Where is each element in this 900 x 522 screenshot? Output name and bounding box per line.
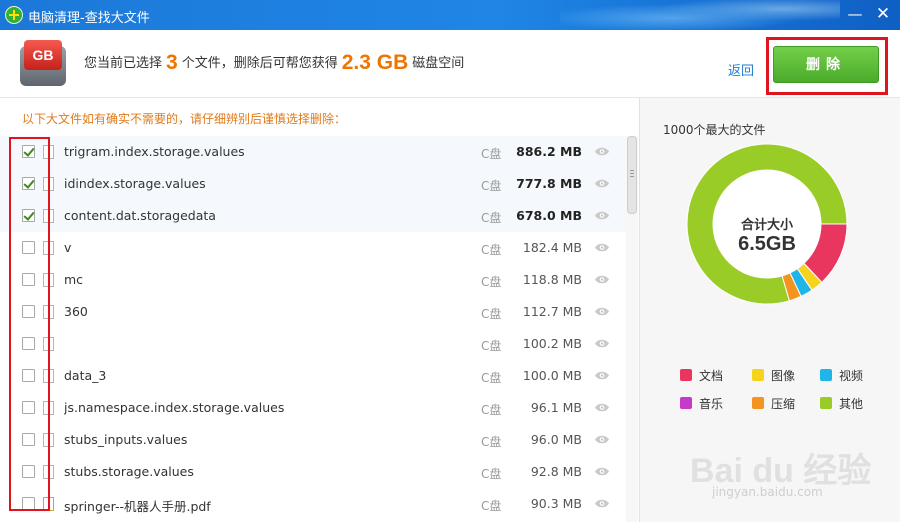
- eye-icon[interactable]: [594, 434, 610, 445]
- file-drive: C盘: [481, 499, 502, 513]
- eye-icon[interactable]: [594, 146, 610, 157]
- file-name: idindex.storage.values: [64, 176, 206, 191]
- file-row[interactable]: 360 C盘 112.7 MB: [0, 296, 626, 328]
- freed-size: 2.3 GB: [341, 51, 409, 74]
- file-name: stubs_inputs.values: [64, 432, 188, 447]
- file-row[interactable]: data_3 C盘 100.0 MB: [0, 360, 626, 392]
- back-link[interactable]: 返回: [728, 60, 754, 79]
- summary-suffix: 磁盘空间: [412, 56, 465, 71]
- eye-icon[interactable]: [594, 498, 610, 509]
- file-row[interactable]: mc C盘 118.8 MB: [0, 264, 626, 296]
- summary-prefix: 您当前已选择: [84, 56, 163, 71]
- eye-icon[interactable]: [594, 402, 610, 413]
- panel-title: 1000个最大的文件: [663, 123, 766, 137]
- legend-swatch: [680, 369, 692, 381]
- checkbox-highlight-frame: [9, 137, 50, 511]
- app-logo-icon: [5, 6, 23, 24]
- file-size: 90.3 MB: [530, 496, 582, 511]
- title-bar: 电脑清理-查找大文件 — ✕: [0, 0, 900, 30]
- eye-icon[interactable]: [594, 178, 610, 189]
- file-name: 360: [64, 304, 88, 319]
- file-row[interactable]: v C盘 182.4 MB: [0, 232, 626, 264]
- file-size: 96.0 MB: [530, 432, 582, 447]
- title-decoration: [560, 0, 840, 30]
- file-row[interactable]: C盘 100.2 MB: [0, 328, 626, 360]
- file-drive: C盘: [481, 243, 502, 257]
- file-name: data_3: [64, 368, 107, 383]
- file-size: 112.7 MB: [522, 304, 582, 319]
- eye-icon[interactable]: [594, 370, 610, 381]
- watermark-url: jingyan.baidu.com: [712, 485, 823, 499]
- file-name: springer--机器人手册.pdf: [64, 499, 211, 514]
- file-row[interactable]: trigram.index.storage.values C盘 886.2 MB: [0, 136, 626, 168]
- selection-summary: 您当前已选择 3 个文件，删除后可帮您获得 2.3 GB 磁盘空间: [84, 51, 464, 75]
- eye-icon[interactable]: [594, 466, 610, 477]
- file-size: 886.2 MB: [516, 144, 582, 159]
- legend-label: 视频: [839, 369, 864, 383]
- file-drive: C盘: [481, 211, 502, 225]
- file-drive: C盘: [481, 339, 502, 353]
- file-size: 777.8 MB: [516, 176, 582, 191]
- eye-icon[interactable]: [594, 242, 610, 253]
- file-size: 100.0 MB: [522, 368, 582, 383]
- eye-icon[interactable]: [594, 338, 610, 349]
- file-size: 118.8 MB: [522, 272, 582, 287]
- file-size: 182.4 MB: [522, 240, 582, 255]
- file-name: trigram.index.storage.values: [64, 144, 245, 159]
- legend-swatch: [752, 397, 764, 409]
- file-drive: C盘: [481, 147, 502, 161]
- eye-icon[interactable]: [594, 274, 610, 285]
- file-row[interactable]: idindex.storage.values C盘 777.8 MB: [0, 168, 626, 200]
- legend-swatch: [820, 397, 832, 409]
- file-drive: C盘: [481, 467, 502, 481]
- legend-swatch: [820, 369, 832, 381]
- eye-icon[interactable]: [594, 210, 610, 221]
- file-drive: C盘: [481, 275, 502, 289]
- file-name: stubs.storage.values: [64, 464, 194, 479]
- total-value: 6.5GB: [738, 233, 796, 255]
- legend-swatch: [680, 397, 692, 409]
- file-size: 96.1 MB: [530, 400, 582, 415]
- legend-swatch: [752, 369, 764, 381]
- summary-mid: 个文件，删除后可帮您获得: [181, 56, 338, 71]
- file-drive: C盘: [481, 371, 502, 385]
- legend-label: 音乐: [699, 397, 724, 411]
- legend-label: 文档: [699, 369, 724, 383]
- legend-label: 图像: [771, 369, 796, 383]
- disk-icon: GB: [20, 40, 66, 88]
- file-size: 92.8 MB: [530, 464, 582, 479]
- file-name: mc: [64, 272, 84, 287]
- window-title: 电脑清理-查找大文件: [28, 11, 150, 26]
- file-row[interactable]: stubs.storage.values C盘 92.8 MB: [0, 456, 626, 488]
- file-row[interactable]: springer--机器人手册.pdf C盘 90.3 MB: [0, 488, 626, 520]
- scrollbar[interactable]: [626, 136, 638, 522]
- file-drive: C盘: [481, 435, 502, 449]
- header: GB 您当前已选择 3 个文件，删除后可帮您获得 2.3 GB 磁盘空间 返回 删除: [0, 30, 900, 98]
- file-name: js.namespace.index.storage.values: [64, 400, 285, 415]
- file-size: 678.0 MB: [516, 208, 582, 223]
- delete-highlight-frame: [766, 37, 888, 95]
- eye-icon[interactable]: [594, 306, 610, 317]
- file-name: v: [64, 240, 72, 255]
- file-drive: C盘: [481, 403, 502, 417]
- close-icon[interactable]: ✕: [872, 4, 894, 24]
- file-size: 100.2 MB: [522, 336, 582, 351]
- file-row[interactable]: js.namespace.index.storage.values C盘 96.1 …: [0, 392, 626, 424]
- disk-icon-label: GB: [24, 40, 62, 70]
- selected-count: 3: [166, 51, 178, 74]
- file-drive: C盘: [481, 179, 502, 193]
- legend-label: 其他: [839, 397, 864, 411]
- file-name: content.dat.storagedata: [64, 208, 216, 223]
- legend-label: 压缩: [771, 397, 796, 411]
- file-list: trigram.index.storage.values C盘 886.2 MB id…: [0, 136, 626, 522]
- file-row[interactable]: stubs_inputs.values C盘 96.0 MB: [0, 424, 626, 456]
- warning-notice: 以下大文件如有确实不需要的，请仔细辨别后谨慎选择删除：: [22, 112, 347, 126]
- file-row[interactable]: content.dat.storagedata C盘 678.0 MB: [0, 200, 626, 232]
- file-drive: C盘: [481, 307, 502, 321]
- scrollbar-grip-icon: [630, 170, 634, 177]
- minimize-icon[interactable]: —: [844, 4, 866, 24]
- total-label: 合计大小: [740, 218, 793, 233]
